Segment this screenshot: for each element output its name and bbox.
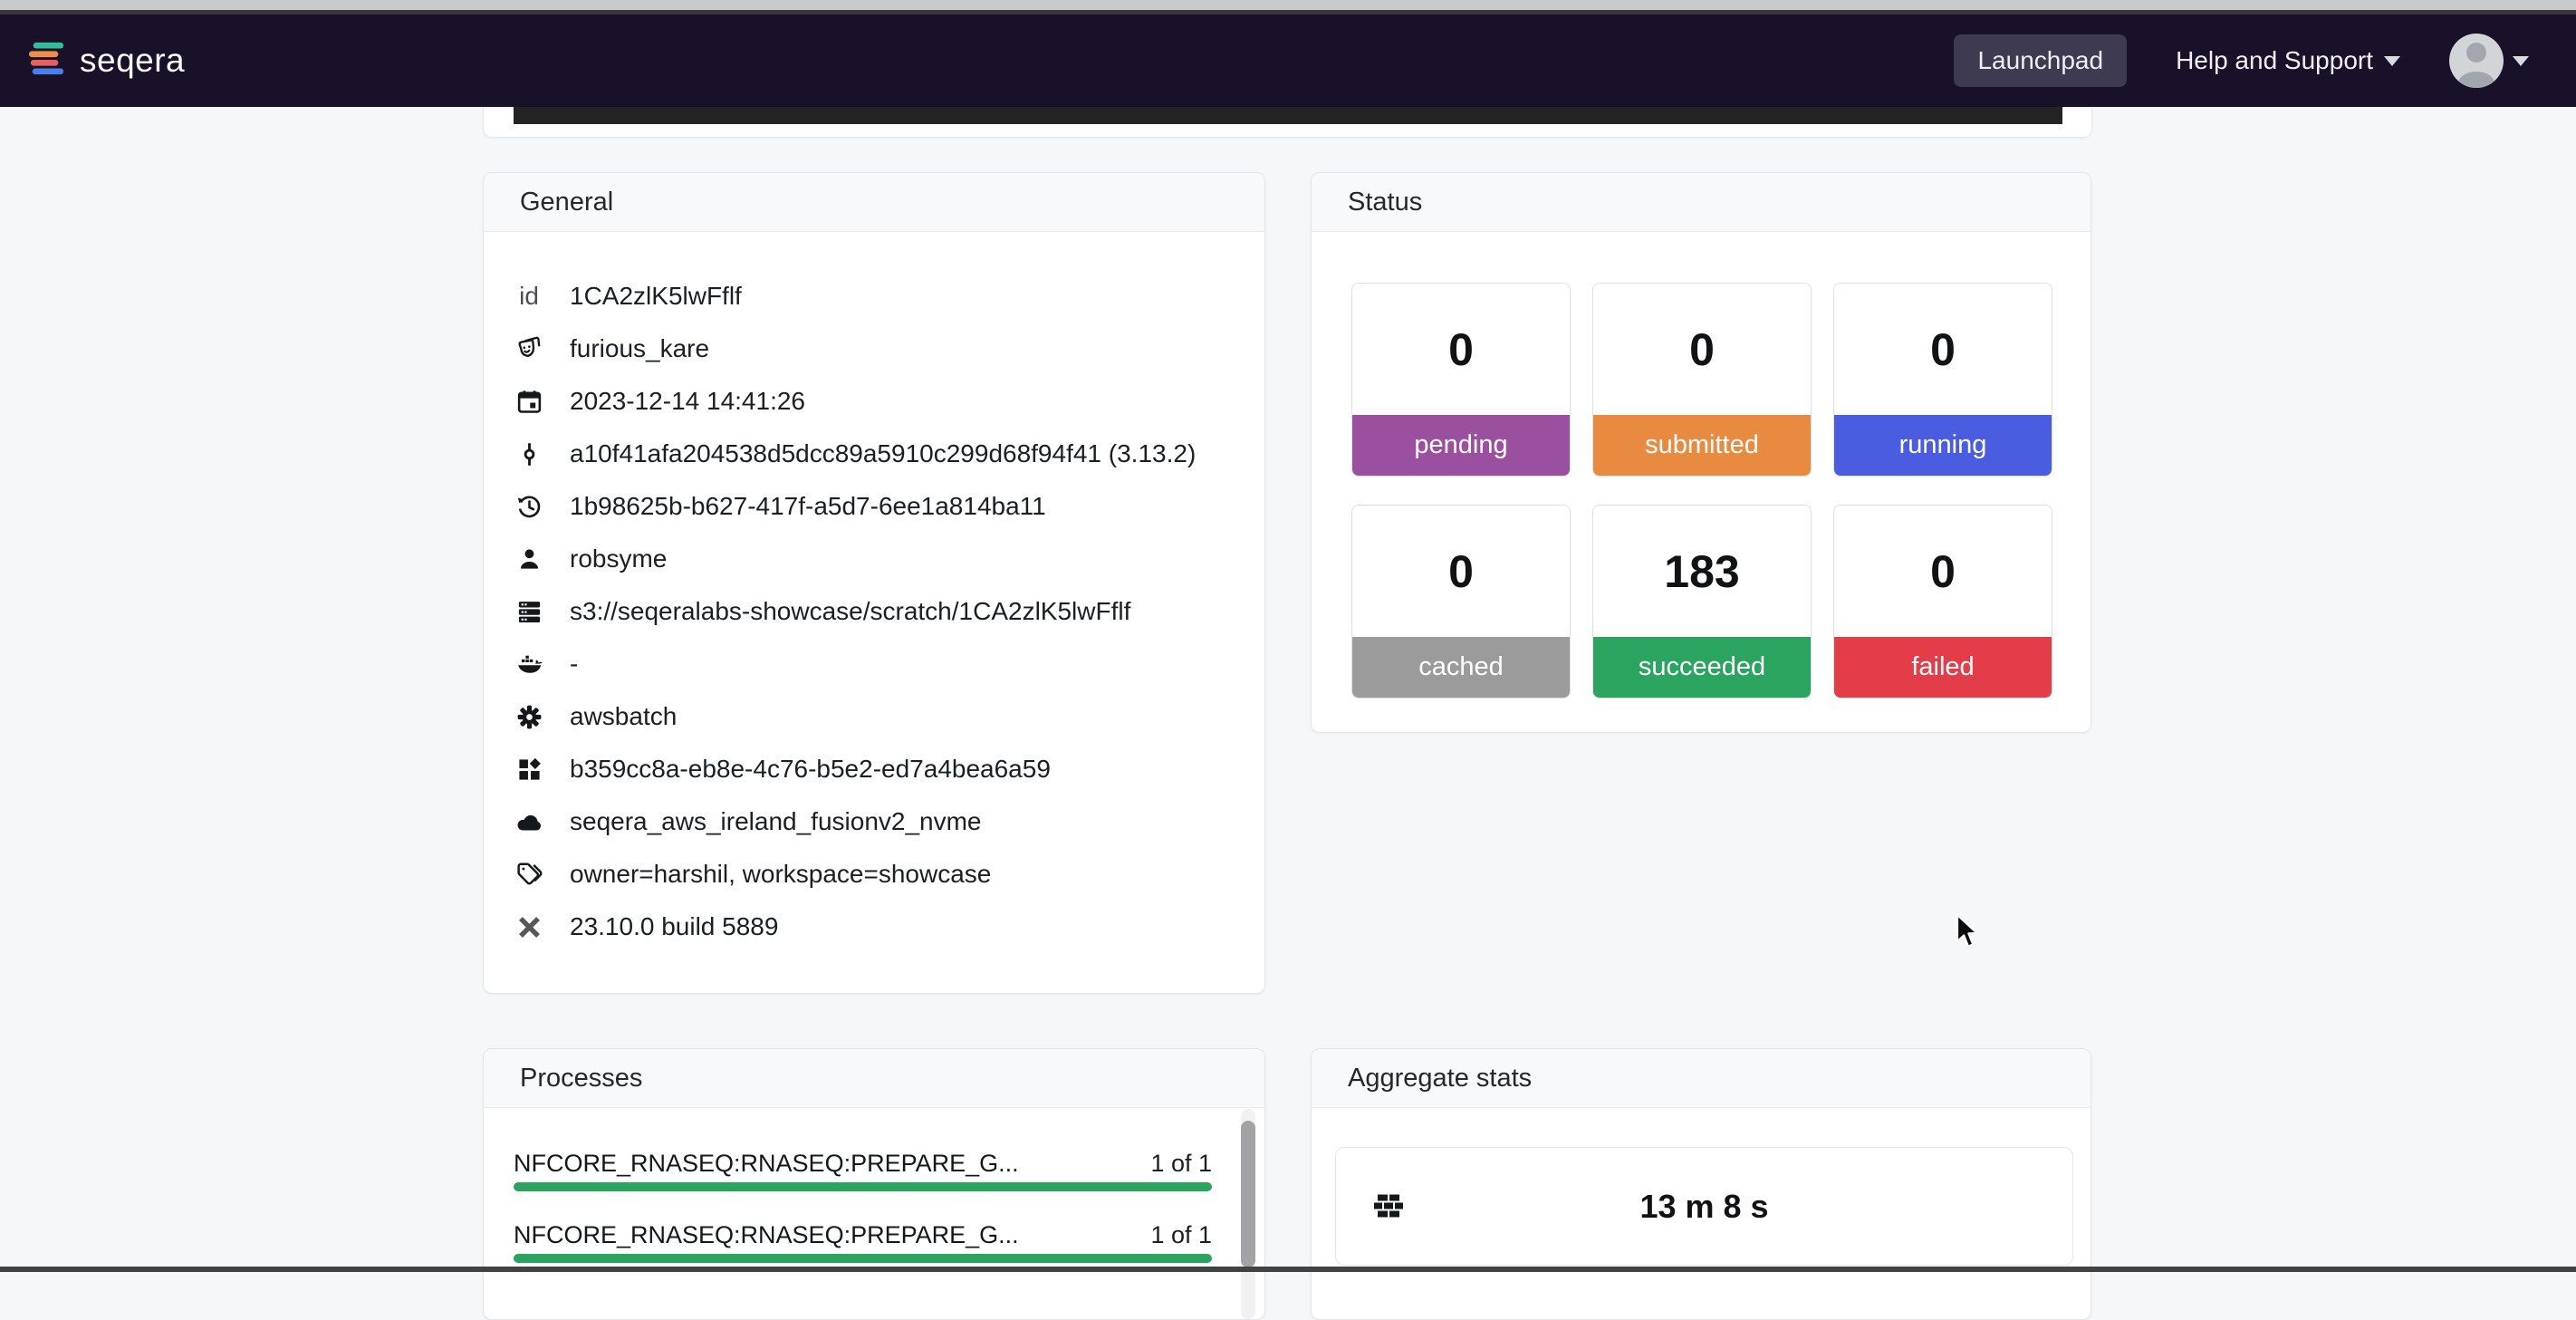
running-count: 0 xyxy=(1834,284,2052,415)
cached-label: cached xyxy=(1352,637,1570,698)
theater-masks-icon xyxy=(514,333,544,364)
processes-title: Processes xyxy=(520,1064,642,1094)
executor-value: awsbatch xyxy=(570,702,677,731)
bottom-bar xyxy=(0,1267,2576,1272)
general-card: General id 1CA2zlK5lwFflf furious_kare xyxy=(483,172,1265,994)
wall-time-stat: 13 m 8 s xyxy=(1335,1147,2073,1266)
status-tile-running[interactable]: 0 running xyxy=(1833,283,2052,477)
avatar xyxy=(2449,34,2504,88)
calendar-icon xyxy=(514,386,544,417)
aggregate-stats-title: Aggregate stats xyxy=(1348,1064,1532,1094)
tags-icon xyxy=(514,859,544,890)
failed-count: 0 xyxy=(1834,506,2052,637)
pending-count: 0 xyxy=(1352,284,1570,415)
git-commit-icon xyxy=(514,438,544,469)
submitted-label: submitted xyxy=(1593,415,1811,476)
process-task-count: 1 of 1 xyxy=(1150,1221,1212,1249)
aggregate-stats-card: Aggregate stats 13 m 8 s xyxy=(1311,1048,2091,1320)
failed-label: failed xyxy=(1834,637,2052,698)
general-row-launched-by: robsyme xyxy=(514,533,1228,585)
window-edge-strip xyxy=(0,0,2576,10)
nextflow-icon xyxy=(514,911,544,942)
top-navbar: seqera Launchpad Help and Support xyxy=(0,14,2576,107)
cloud-icon xyxy=(514,806,544,837)
history-icon xyxy=(514,491,544,522)
process-item: NFCORE_RNASEQ:RNASEQ:PREPARE_G... 1 of 1 xyxy=(514,1150,1210,1191)
succeeded-label: succeeded xyxy=(1593,637,1811,698)
general-title: General xyxy=(520,188,613,217)
process-name[interactable]: NFCORE_RNASEQ:RNASEQ:PREPARE_G... xyxy=(514,1221,1019,1249)
container-value: - xyxy=(570,650,578,679)
brand-wordmark: seqera xyxy=(80,42,185,80)
submitted-count: 0 xyxy=(1593,284,1811,415)
chevron-down-icon xyxy=(2384,56,2400,66)
status-tile-succeeded[interactable]: 183 succeeded xyxy=(1592,505,1812,699)
running-label: running xyxy=(1834,415,2052,476)
cached-count: 0 xyxy=(1352,506,1570,637)
compute-env-name-value: seqera_aws_ireland_fusionv2_nvme xyxy=(570,807,982,836)
gear-icon xyxy=(514,701,544,732)
general-row-start-date: 2023-12-14 14:41:26 xyxy=(514,375,1228,428)
status-tile-failed[interactable]: 0 failed xyxy=(1833,505,2052,699)
help-and-support-label: Help and Support xyxy=(2176,46,2373,75)
process-progress-bar xyxy=(514,1182,1212,1191)
status-title: Status xyxy=(1348,188,1422,217)
status-card-header: Status xyxy=(1312,173,2091,232)
status-tiles: 0 pending 0 submitted 0 running 0 cached… xyxy=(1312,232,2091,733)
docker-icon xyxy=(514,649,544,679)
server-icon xyxy=(514,596,544,627)
chevron-down-icon xyxy=(2513,56,2529,66)
aggregate-stats-card-header: Aggregate stats xyxy=(1312,1049,2091,1108)
seqera-logo-icon xyxy=(27,40,65,82)
processes-card: Processes NFCORE_RNASEQ:RNASEQ:PREPARE_G… xyxy=(483,1048,1265,1320)
command-snippet-card xyxy=(483,107,2092,138)
mouse-cursor xyxy=(1956,913,1981,949)
blocks-icon xyxy=(514,754,544,785)
general-card-header: General xyxy=(484,173,1264,232)
status-tile-submitted[interactable]: 0 submitted xyxy=(1592,283,1812,477)
pending-label: pending xyxy=(1352,415,1570,476)
processes-list: NFCORE_RNASEQ:RNASEQ:PREPARE_G... 1 of 1… xyxy=(484,1108,1264,1263)
process-item: NFCORE_RNASEQ:RNASEQ:PREPARE_G... 1 of 1 xyxy=(514,1221,1210,1263)
id-label: id xyxy=(514,282,544,311)
general-row-id: id 1CA2zlK5lwFflf xyxy=(514,270,1228,323)
general-row-run-name: furious_kare xyxy=(514,323,1228,375)
general-row-commit: a10f41afa204538d5dcc89a5910c299d68f94f41… xyxy=(514,428,1228,480)
processes-card-header: Processes xyxy=(484,1049,1264,1108)
user-icon xyxy=(514,544,544,574)
general-row-labels: owner=harshil, workspace=showcase xyxy=(514,848,1228,901)
workflow-id-value: 1CA2zlK5lwFflf xyxy=(570,282,742,311)
general-row-container: - xyxy=(514,638,1228,690)
command-snippet-box[interactable] xyxy=(514,107,2062,124)
status-card: Status 0 pending 0 submitted 0 running 0… xyxy=(1311,172,2091,733)
commit-id-value: a10f41afa204538d5dcc89a5910c299d68f94f41… xyxy=(570,439,1196,468)
run-name-value: furious_kare xyxy=(570,334,709,363)
process-progress-bar xyxy=(514,1254,1212,1263)
status-tile-pending[interactable]: 0 pending xyxy=(1351,283,1571,477)
general-row-workdir: s3://seqeralabs-showcase/scratch/1CA2zlK… xyxy=(514,585,1228,638)
launchpad-button[interactable]: Launchpad xyxy=(1954,34,2127,87)
general-row-compute-env: b359cc8a-eb8e-4c76-b5e2-ed7a4bea6a59 xyxy=(514,743,1228,795)
status-tile-cached[interactable]: 0 cached xyxy=(1351,505,1571,699)
session-id-value: 1b98625b-b627-417f-a5d7-6ee1a814ba11 xyxy=(570,492,1046,521)
succeeded-count: 183 xyxy=(1593,506,1811,637)
seqera-logo[interactable]: seqera xyxy=(27,40,185,82)
compute-env-id-value: b359cc8a-eb8e-4c76-b5e2-ed7a4bea6a59 xyxy=(570,755,1051,784)
general-row-executor: awsbatch xyxy=(514,690,1228,743)
process-task-count: 1 of 1 xyxy=(1150,1150,1212,1178)
general-row-compute-env-name: seqera_aws_ireland_fusionv2_nvme xyxy=(514,795,1228,848)
general-row-session: 1b98625b-b627-417f-a5d7-6ee1a814ba11 xyxy=(514,480,1228,533)
processes-scrollbar-thumb[interactable] xyxy=(1241,1121,1255,1267)
process-name[interactable]: NFCORE_RNASEQ:RNASEQ:PREPARE_G... xyxy=(514,1150,1019,1178)
workdir-value: s3://seqeralabs-showcase/scratch/1CA2zlK… xyxy=(570,597,1130,626)
start-date-value: 2023-12-14 14:41:26 xyxy=(570,387,805,416)
nextflow-version-value: 23.10.0 build 5889 xyxy=(570,912,778,941)
general-row-nextflow-version: 23.10.0 build 5889 xyxy=(514,901,1228,953)
user-menu[interactable] xyxy=(2449,34,2549,88)
wall-time-value: 13 m 8 s xyxy=(1336,1188,2072,1226)
labels-value: owner=harshil, workspace=showcase xyxy=(570,860,991,889)
help-and-support-menu[interactable]: Help and Support xyxy=(2176,46,2400,75)
launched-by-value: robsyme xyxy=(570,544,667,573)
general-card-body: id 1CA2zlK5lwFflf furious_kare xyxy=(484,232,1264,953)
